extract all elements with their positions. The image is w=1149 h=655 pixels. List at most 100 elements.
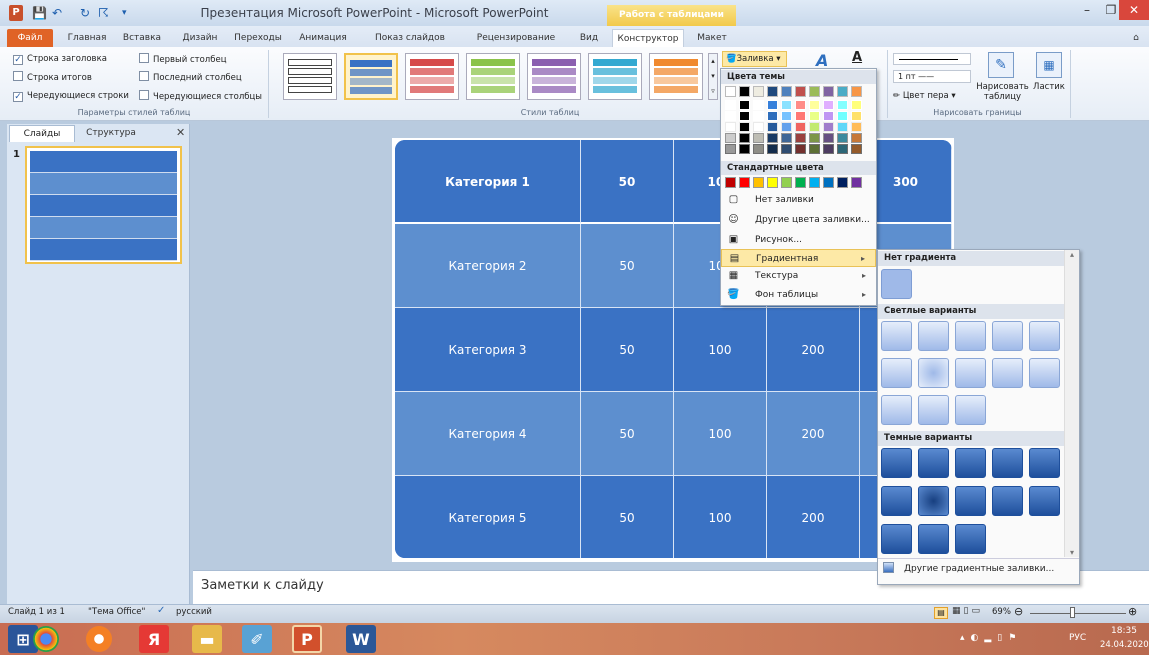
theme-color-shade[interactable] bbox=[739, 100, 750, 110]
table-style-swatch[interactable] bbox=[649, 53, 703, 100]
light-gradient-swatch[interactable] bbox=[955, 395, 986, 425]
theme-color-shade[interactable] bbox=[781, 144, 792, 154]
theme-color-swatch[interactable] bbox=[767, 86, 778, 97]
menu-item-no-fill-item[interactable]: ▢ Нет заливки bbox=[721, 191, 876, 209]
theme-color-shade[interactable] bbox=[837, 144, 848, 154]
theme-color-swatch[interactable] bbox=[809, 86, 820, 97]
theme-color-swatch[interactable] bbox=[851, 86, 862, 97]
theme-color-shade[interactable] bbox=[837, 122, 848, 132]
table-value-cell[interactable]: 50 bbox=[581, 140, 674, 224]
theme-color-shade[interactable] bbox=[809, 133, 820, 143]
theme-color-shade[interactable] bbox=[809, 144, 820, 154]
theme-color-shade[interactable] bbox=[823, 144, 834, 154]
gradient-scrollbar[interactable]: ▴ ▾ bbox=[1064, 250, 1079, 557]
dark-gradient-swatch[interactable] bbox=[1029, 486, 1060, 516]
draw-table-icon[interactable]: ✎ bbox=[988, 52, 1014, 78]
dark-gradient-swatch[interactable] bbox=[955, 448, 986, 478]
tab-animations[interactable]: Анимация bbox=[293, 29, 353, 47]
theme-color-shade[interactable] bbox=[753, 133, 764, 143]
theme-color-shade[interactable] bbox=[823, 100, 834, 110]
theme-color-shade[interactable] bbox=[739, 144, 750, 154]
theme-color-shade[interactable] bbox=[851, 144, 862, 154]
dark-gradient-swatch[interactable] bbox=[918, 486, 949, 516]
light-gradient-swatch[interactable] bbox=[1029, 358, 1060, 388]
zoom-out-icon[interactable]: ⊖ bbox=[1014, 605, 1023, 618]
dark-gradient-swatch[interactable] bbox=[1029, 448, 1060, 478]
normal-view-icon[interactable]: ▤ bbox=[934, 607, 948, 619]
close-panel-icon[interactable]: ✕ bbox=[176, 126, 185, 139]
theme-color-shade[interactable] bbox=[753, 111, 764, 121]
light-gradient-swatch[interactable] bbox=[955, 321, 986, 351]
pen-color-button[interactable]: ✏ Цвет пера ▾ bbox=[893, 90, 956, 103]
tab-design-theme[interactable]: Дизайн bbox=[176, 29, 224, 47]
table-category-cell[interactable]: Категория 5 bbox=[395, 476, 581, 558]
checkbox-last-column[interactable]: Последний столбец bbox=[139, 71, 242, 84]
theme-color-shade[interactable] bbox=[781, 133, 792, 143]
eraser-icon[interactable]: ▦ bbox=[1036, 52, 1062, 78]
theme-color-swatch[interactable] bbox=[823, 86, 834, 97]
table-value-cell[interactable]: 100 bbox=[674, 476, 767, 558]
status-language[interactable]: русский bbox=[176, 607, 212, 617]
checkbox-banded-columns[interactable]: Чередующиеся столбцы bbox=[139, 90, 262, 103]
tab-home[interactable]: Главная bbox=[64, 29, 110, 47]
dark-gradient-swatch[interactable] bbox=[881, 448, 912, 478]
menu-item-texture-fill-item[interactable]: ▦ Текстура ▸ bbox=[721, 267, 876, 285]
table-value-cell[interactable]: 50 bbox=[581, 224, 674, 308]
theme-color-shade[interactable] bbox=[795, 122, 806, 132]
table-value-cell[interactable]: 50 bbox=[581, 308, 674, 392]
theme-color-swatch[interactable] bbox=[837, 86, 848, 97]
theme-color-shade[interactable] bbox=[767, 100, 778, 110]
theme-color-shade[interactable] bbox=[781, 111, 792, 121]
theme-color-shade[interactable] bbox=[739, 111, 750, 121]
dark-gradient-swatch[interactable] bbox=[992, 448, 1023, 478]
table-value-cell[interactable]: 100 bbox=[674, 392, 767, 476]
dark-gradient-swatch[interactable] bbox=[992, 486, 1023, 516]
light-gradient-swatch[interactable] bbox=[918, 358, 949, 388]
theme-color-shade[interactable] bbox=[739, 133, 750, 143]
table-category-cell[interactable]: Категория 3 bbox=[395, 308, 581, 392]
theme-color-shade[interactable] bbox=[753, 100, 764, 110]
theme-color-shade[interactable] bbox=[725, 100, 736, 110]
text-fill-icon[interactable]: A bbox=[852, 50, 862, 65]
light-gradient-swatch[interactable] bbox=[881, 321, 912, 351]
tab-slideshow[interactable]: Показ слайдов bbox=[365, 29, 455, 47]
theme-color-shade[interactable] bbox=[725, 144, 736, 154]
tab-view[interactable]: Вид bbox=[573, 29, 605, 47]
checkbox-header-row[interactable]: ✓ Строка заголовка bbox=[13, 53, 107, 66]
table-style-swatch[interactable] bbox=[527, 53, 581, 100]
zoom-in-icon[interactable]: ⊕ bbox=[1128, 605, 1137, 618]
light-gradient-swatch[interactable] bbox=[955, 358, 986, 388]
theme-color-shade[interactable] bbox=[837, 100, 848, 110]
chrome-icon[interactable] bbox=[33, 626, 59, 652]
theme-color-shade[interactable] bbox=[809, 100, 820, 110]
table-category-cell[interactable]: Категория 2 bbox=[395, 224, 581, 308]
theme-color-shade[interactable] bbox=[851, 111, 862, 121]
light-gradient-swatch[interactable] bbox=[992, 321, 1023, 351]
theme-color-shade[interactable] bbox=[795, 144, 806, 154]
theme-color-shade[interactable] bbox=[823, 111, 834, 121]
theme-color-swatch[interactable] bbox=[753, 86, 764, 97]
pen-weight-select[interactable]: 1 пт —— bbox=[893, 70, 971, 83]
light-gradient-swatch[interactable] bbox=[918, 395, 949, 425]
standard-color-swatch[interactable] bbox=[795, 177, 806, 188]
table-style-swatch[interactable] bbox=[344, 53, 398, 100]
tab-layout[interactable]: Макет bbox=[692, 29, 732, 47]
standard-color-swatch[interactable] bbox=[823, 177, 834, 188]
theme-color-shade[interactable] bbox=[795, 111, 806, 121]
standard-color-swatch[interactable] bbox=[767, 177, 778, 188]
standard-color-swatch[interactable] bbox=[809, 177, 820, 188]
theme-color-shade[interactable] bbox=[725, 122, 736, 132]
theme-color-shade[interactable] bbox=[767, 144, 778, 154]
word-icon[interactable]: W bbox=[346, 625, 376, 653]
table-value-cell[interactable]: 100 bbox=[674, 308, 767, 392]
tab-review[interactable]: Рецензирование bbox=[464, 29, 568, 47]
menu-item-more-fill-colors-item[interactable]: ☺ Другие цвета заливки... bbox=[721, 211, 876, 229]
table-value-cell[interactable]: 200 bbox=[767, 308, 860, 392]
table-value-cell[interactable]: 200 bbox=[767, 392, 860, 476]
more-gradient-fills[interactable]: Другие градиентные заливки... bbox=[883, 561, 1079, 577]
theme-color-swatch[interactable] bbox=[781, 86, 792, 97]
dark-gradient-swatch[interactable] bbox=[918, 524, 949, 554]
slide-thumbnail[interactable] bbox=[25, 146, 182, 264]
dark-gradient-swatch[interactable] bbox=[881, 524, 912, 554]
menu-item-picture-fill-item[interactable]: ▣ Рисунок... bbox=[721, 231, 876, 249]
